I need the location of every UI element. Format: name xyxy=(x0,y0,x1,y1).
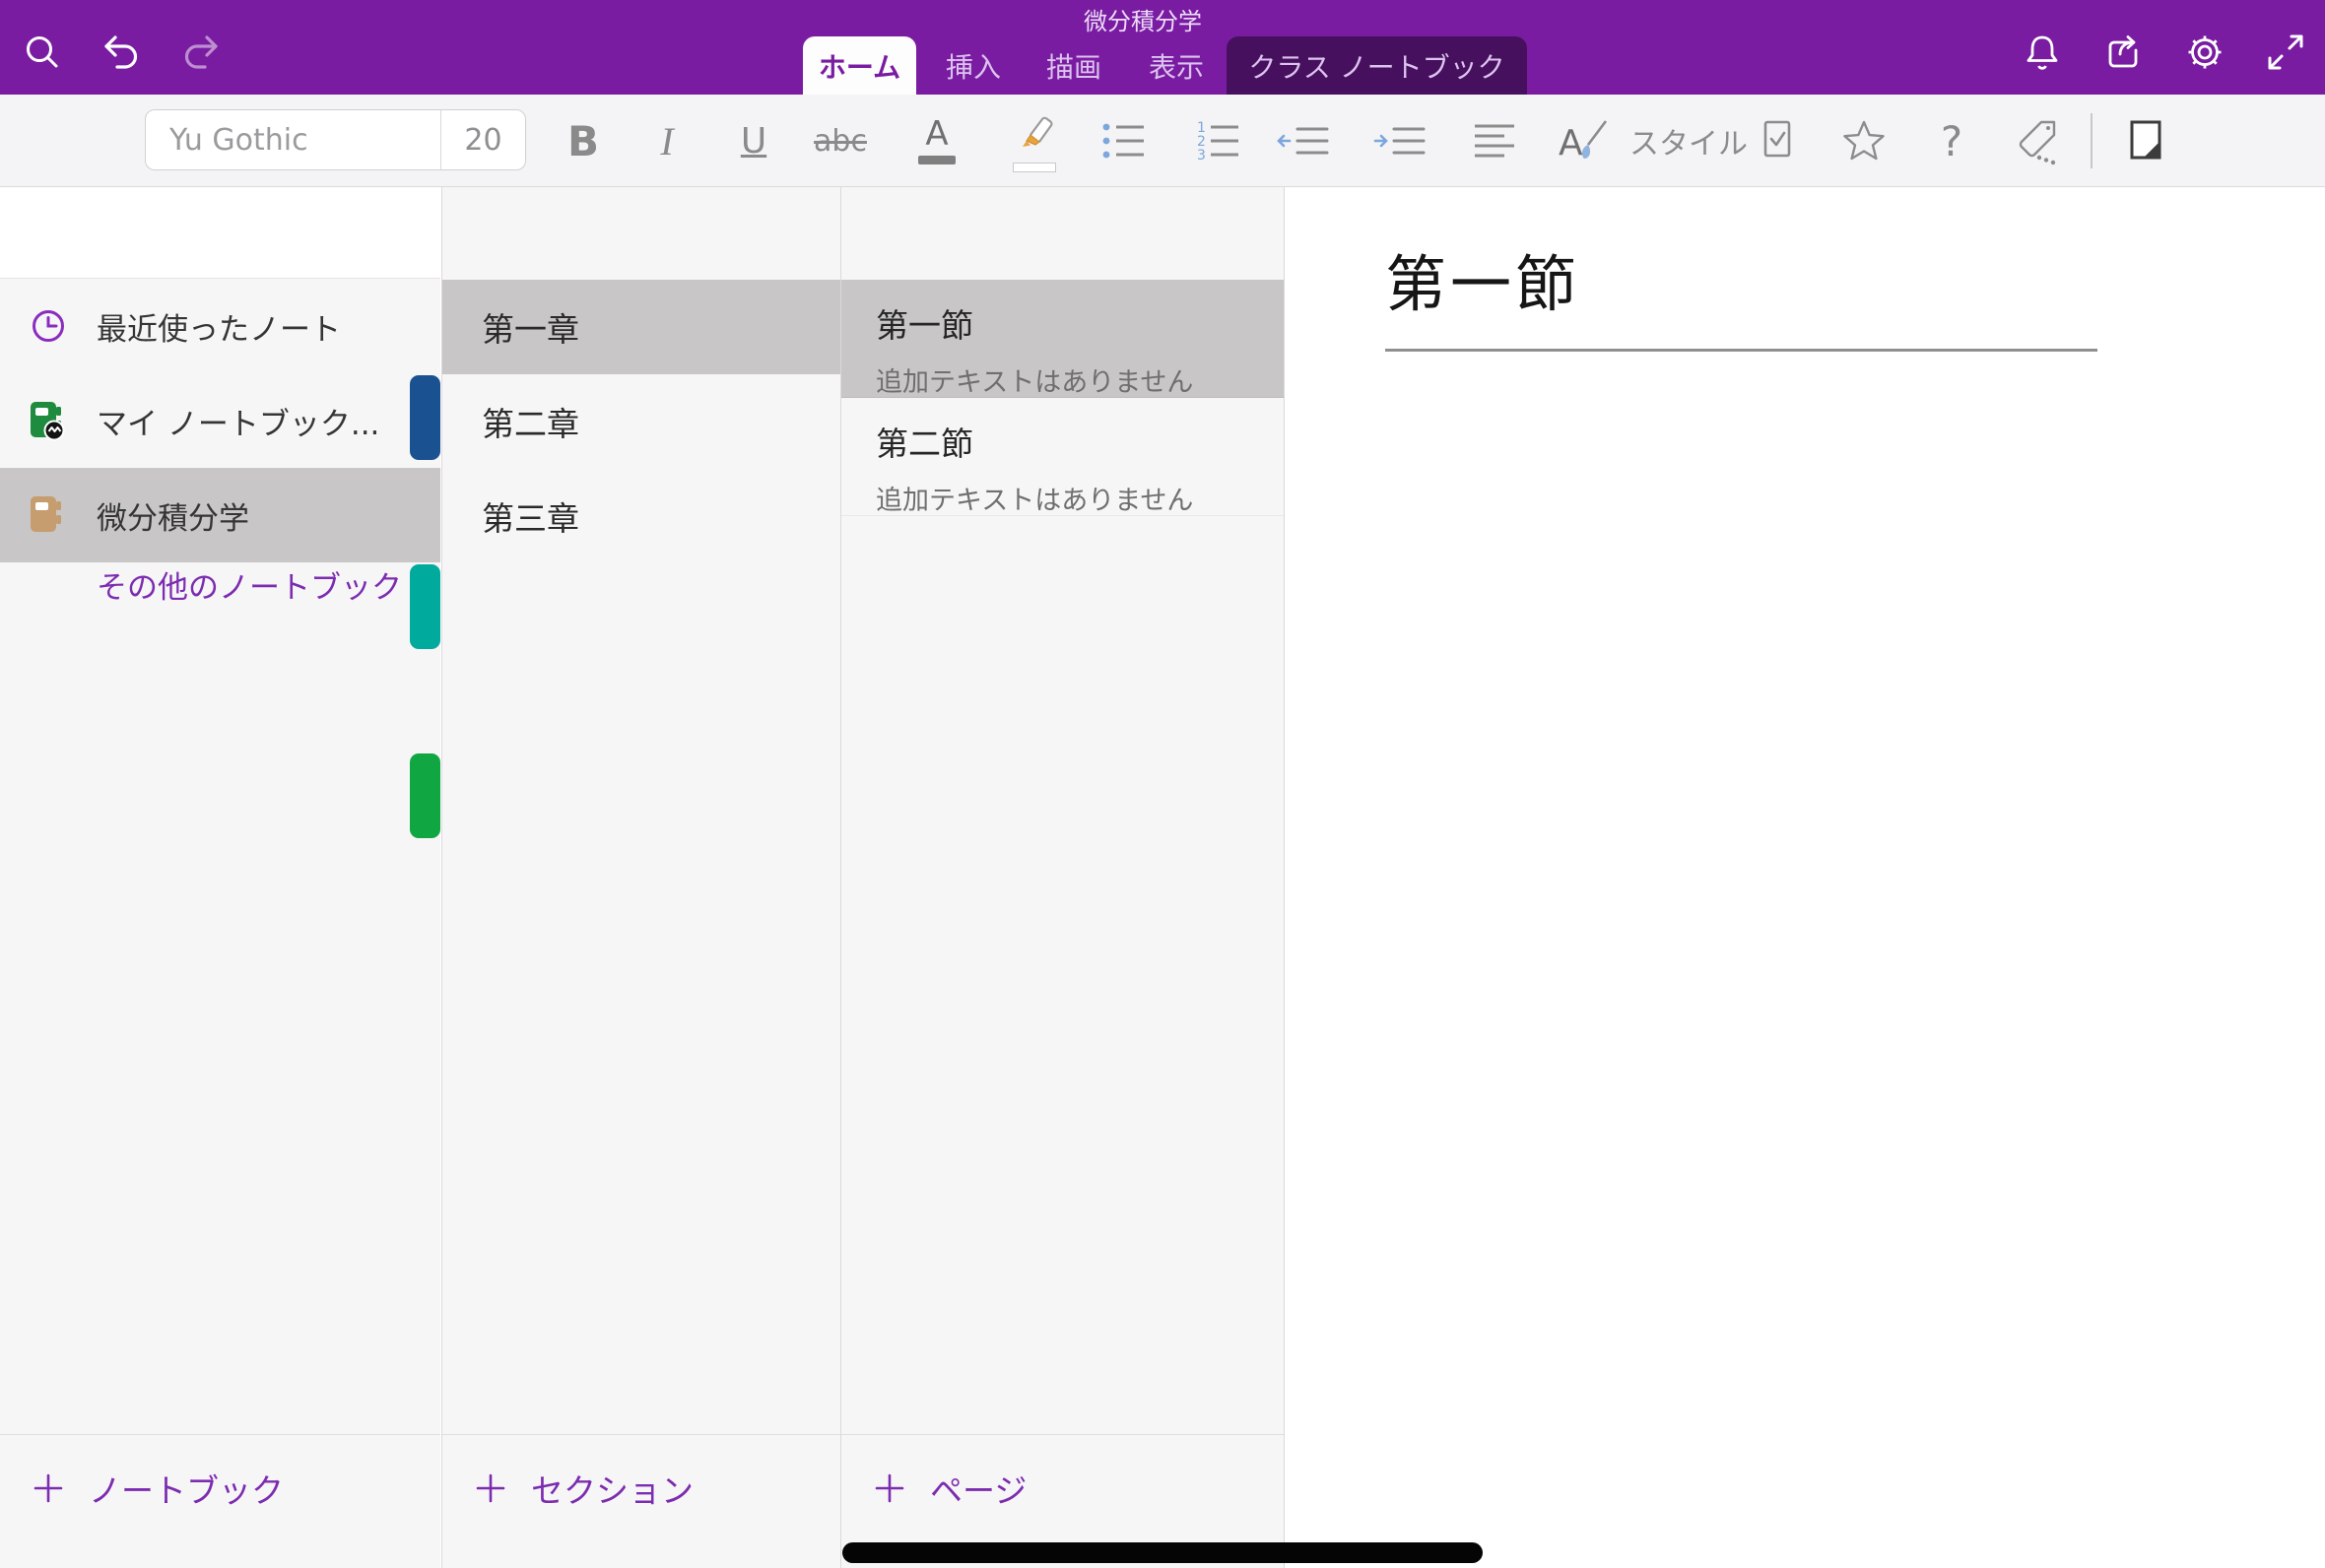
sidebar-header-box xyxy=(0,187,440,279)
tab-view[interactable]: 表示 xyxy=(1141,36,1212,95)
highlighter-button[interactable] xyxy=(1009,95,1060,187)
highlight-color-swatch xyxy=(1013,163,1056,172)
clock-icon xyxy=(26,303,71,349)
font-name-value[interactable]: Yu Gothic xyxy=(146,123,440,158)
home-indicator-bar[interactable] xyxy=(842,1542,1483,1563)
page-color-button[interactable] xyxy=(2122,95,2169,187)
add-page-button[interactable]: ページ xyxy=(873,1465,1027,1512)
sidebar-item-my-notebooks[interactable]: マイ ノートブック... xyxy=(0,373,440,468)
bold-button[interactable]: B xyxy=(567,95,599,187)
fullscreen-expand-icon[interactable] xyxy=(2263,30,2308,75)
ribbon-divider xyxy=(2091,113,2092,168)
page-row-1[interactable]: 第一節 追加テキストはありません xyxy=(841,280,1284,398)
notebooks-sidebar: 最近使ったノート マイ ノートブック... xyxy=(0,187,440,1568)
sidebar-item-label: 最近使ったノート xyxy=(97,304,341,349)
notifications-bell-icon[interactable] xyxy=(2020,30,2065,75)
sidebar-item-calculus[interactable]: 微分積分学 xyxy=(0,468,440,562)
sidebar-footer: ノートブック xyxy=(0,1434,440,1568)
alignment-button[interactable] xyxy=(1467,95,1522,187)
font-picker[interactable]: Yu Gothic 20 xyxy=(145,109,526,170)
tab-draw[interactable]: 描画 xyxy=(1038,36,1109,95)
todo-checkbox-button[interactable] xyxy=(1754,95,1801,187)
sidebar-item-recent-notes[interactable]: 最近使ったノート xyxy=(0,279,440,373)
bullet-list-button[interactable] xyxy=(1096,95,1152,187)
notebook-icon xyxy=(26,492,71,538)
styles-button[interactable]: A スタイル xyxy=(1557,95,1748,187)
pages-list: 第一節 追加テキストはありません 第二節 追加テキストはありません ページ xyxy=(840,187,1284,1568)
undo-icon[interactable] xyxy=(99,30,144,75)
plus-icon xyxy=(873,1471,906,1505)
title-underline xyxy=(1385,349,2097,352)
share-icon[interactable] xyxy=(2100,30,2146,75)
search-icon[interactable] xyxy=(20,30,65,75)
section-row-2[interactable]: 第二章 xyxy=(442,374,840,469)
page-title-text[interactable]: 第一節 xyxy=(1385,234,1580,323)
important-star-button[interactable] xyxy=(1838,95,1890,187)
sidebar-item-label: マイ ノートブック... xyxy=(97,399,379,443)
document-title: 微分積分学 xyxy=(1084,2,1202,36)
tag-button[interactable] xyxy=(2012,95,2065,187)
sections-list: 第一章 第二章 第三章 セクション xyxy=(441,187,840,1568)
font-color-swatch xyxy=(918,156,956,164)
page-row-2[interactable]: 第二節 追加テキストはありません xyxy=(841,398,1284,516)
onenote-app: 微分積分学 ホーム 挿入 描画 表示 クラス ノートブック xyxy=(0,0,2325,1568)
tab-insert[interactable]: 挿入 xyxy=(938,36,1009,95)
notebook-synced-icon xyxy=(26,398,71,443)
help-button[interactable]: ? xyxy=(1941,95,1962,187)
numbered-list-button[interactable]: 1 2 3 xyxy=(1191,95,1246,187)
tab-class-notebook[interactable]: クラス ノートブック xyxy=(1227,36,1527,95)
sidebar-item-label: 微分積分学 xyxy=(97,493,249,538)
strikethrough-button[interactable]: abc xyxy=(814,95,867,187)
tab-home[interactable]: ホーム xyxy=(803,36,916,95)
formatting-ribbon: Yu Gothic 20 B I U abc A xyxy=(0,95,2325,187)
sections-footer: セクション xyxy=(442,1434,840,1568)
notebook-color-tab xyxy=(410,564,440,649)
indent-button[interactable] xyxy=(1370,95,1429,187)
section-row-1[interactable]: 第一章 xyxy=(442,280,840,374)
section-row-3[interactable]: 第三章 xyxy=(442,469,840,563)
titlebar: 微分積分学 ホーム 挿入 描画 表示 クラス ノートブック xyxy=(0,0,2325,95)
page-editor: 第一節 xyxy=(1284,187,2325,1568)
more-notebooks-link[interactable]: その他のノートブック xyxy=(97,562,402,607)
font-color-button[interactable]: A xyxy=(918,95,956,187)
underline-button[interactable]: U xyxy=(741,95,766,187)
add-notebook-button[interactable]: ノートブック xyxy=(32,1465,284,1512)
plus-icon xyxy=(474,1471,507,1505)
svg-text:A: A xyxy=(1559,123,1583,163)
plus-icon xyxy=(32,1471,65,1505)
redo-icon[interactable] xyxy=(178,30,224,75)
svg-text:3: 3 xyxy=(1197,148,1206,163)
notebook-color-tab xyxy=(410,753,440,838)
font-size-value[interactable]: 20 xyxy=(440,110,525,169)
outdent-button[interactable] xyxy=(1274,95,1333,187)
add-section-button[interactable]: セクション xyxy=(474,1465,694,1512)
italic-button[interactable]: I xyxy=(660,95,673,187)
settings-gear-icon[interactable] xyxy=(2182,30,2227,75)
